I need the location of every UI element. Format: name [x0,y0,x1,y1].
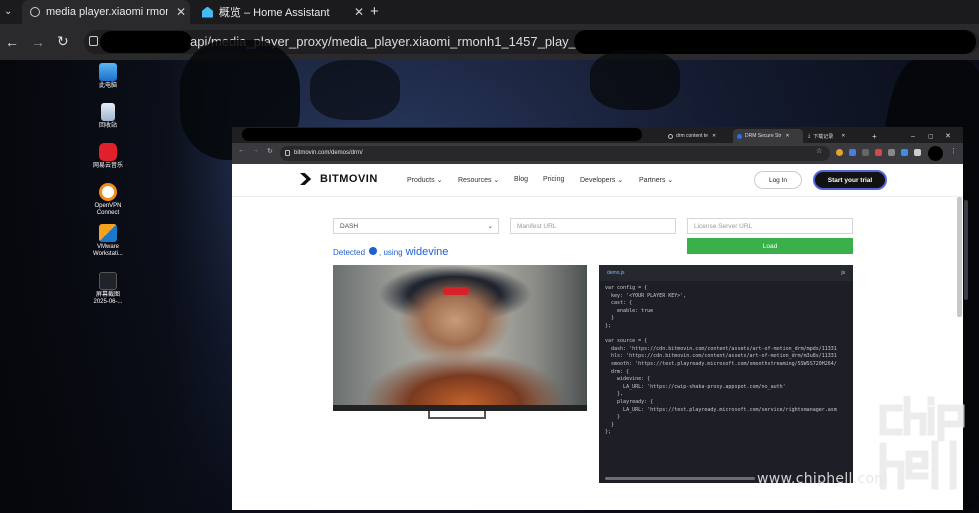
globe-icon [30,7,40,17]
new-tab-button[interactable]: + [370,3,379,20]
nav-developers[interactable]: Developers ⌄ [580,176,623,184]
extension-icon[interactable] [849,149,856,156]
maximize-icon[interactable]: ▢ [928,129,934,143]
start-trial-button[interactable]: Start your trial [813,170,887,190]
extension-icon[interactable] [862,149,869,156]
site-info-icon[interactable] [89,36,98,46]
bookmark-star-icon[interactable]: ☆ [816,147,822,155]
detected-drm-text: Detected , using widevine [333,246,449,258]
inner-browser-window: drm content te ✕ DRM Secure Str ✕ ⤓ 下载记录… [232,127,963,510]
tree-silhouette [590,50,680,110]
nav-pricing[interactable]: Pricing [543,176,564,183]
profile-avatar[interactable] [928,146,943,161]
netease-music-icon [99,143,117,161]
reload-icon[interactable]: ↻ [267,147,273,155]
download-icon: ⤓ [808,133,811,139]
extension-icon[interactable] [888,149,895,156]
extension-icon[interactable] [914,149,921,156]
tab-label: media player.xiaomi rmonh1 [46,6,168,18]
license-server-input[interactable]: License Server URL [687,218,853,234]
desktop-icon-openvpn[interactable]: OpenVPN Connect [90,183,126,217]
home-assistant-icon [202,6,213,18]
reload-icon[interactable]: ↻ [57,33,69,50]
redacted-host [100,31,192,53]
nav-products[interactable]: Products ⌄ [407,176,442,184]
code-panel: demo.js js var config = { key: '<YOUR PL… [599,265,853,483]
tab-media-player[interactable]: media player.xiaomi rmonh1 ✕ [22,0,190,24]
tv-stand [428,411,486,419]
stream-type-select[interactable]: DASH ⌄ [333,218,499,234]
manifest-url-input[interactable]: Manifest URL [510,218,676,234]
inner-tab-drm-secure[interactable]: DRM Secure Str ✕ [733,129,803,143]
recycle-bin-icon [101,103,115,121]
redacted-tab [242,128,642,141]
code-scrollbar[interactable] [605,477,755,480]
video-player[interactable] [333,265,587,411]
inner-url-text: bitmovin.com/demos/drm/ [294,150,363,156]
chiphell-watermark-logo [879,394,969,496]
globe-icon [668,133,673,139]
vmware-icon [99,224,117,242]
desktop-icon-computer[interactable]: 此电脑 [90,63,126,90]
close-tab-icon[interactable]: ✕ [712,133,716,139]
page-scrollbar[interactable] [957,197,962,317]
close-tab-icon[interactable]: ✕ [176,5,186,19]
extension-icon[interactable] [901,149,908,156]
close-window-icon[interactable]: ✕ [945,129,951,143]
menu-icon[interactable]: ⋮ [950,147,957,155]
code-panel-header: demo.js js [599,265,853,281]
desktop-icon-screenshot[interactable]: 屏幕截图 2025-06-... [90,272,126,306]
outer-scrollbar[interactable] [964,200,968,300]
extension-icon[interactable] [836,149,843,156]
chevron-down-icon: ⌄ [487,223,493,230]
red-bull-cap-logo [443,287,469,295]
tree-silhouette [310,60,400,120]
openvpn-icon [99,183,117,201]
code-file-tab[interactable]: demo.js [607,270,625,276]
tab-label: 概览 – Home Assistant [218,7,330,19]
tab-search-button[interactable]: ⌄ [4,6,16,18]
login-button[interactable]: Log In [754,171,802,189]
close-tab-icon[interactable]: ✕ [785,133,789,139]
watermark-text: www.chiphell.com [757,471,889,487]
inner-tab-downloads[interactable]: ⤓ 下载记录 ✕ [804,129,866,143]
desktop-icon-netease[interactable]: 网易云音乐 [90,143,126,170]
close-tab-icon[interactable]: ✕ [354,5,364,19]
inner-new-tab-button[interactable]: + [872,129,877,143]
screenshot-icon [99,272,117,290]
close-tab-icon[interactable]: ✕ [841,133,845,139]
nav-blog[interactable]: Blog [514,176,528,183]
extension-icons[interactable] [836,149,921,156]
desktop-icon-vmware[interactable]: VMware Workstati... [90,224,126,258]
bitmovin-tab-icon [737,133,742,139]
outer-tab-strip: ⌄ media player.xiaomi rmonh1 ✕ 概览 – Home… [0,0,979,24]
computer-icon [99,63,117,81]
inner-tab-drm-content[interactable]: drm content te ✕ [664,129,732,143]
bitmovin-logo-icon [300,173,312,185]
forward-icon[interactable]: → [31,34,45,50]
chrome-icon [369,247,378,255]
desktop-icon-recycle-bin[interactable]: 回收站 [90,103,126,130]
code-block: var config = { key: '<YOUR PLAYER KEY>',… [605,285,837,436]
load-button[interactable]: Load [687,238,853,254]
forward-icon[interactable]: → [252,147,259,154]
inner-tab-strip: drm content te ✕ DRM Secure Str ✕ ⤓ 下载记录… [232,127,963,143]
tab-home-assistant[interactable]: 概览 – Home Assistant ✕ [196,0,364,24]
code-language-label: js [841,270,845,276]
minimize-icon[interactable]: – [911,129,915,143]
back-icon[interactable]: ← [238,147,245,154]
bitmovin-logo[interactable]: BITMOVIN [300,173,378,185]
back-icon[interactable]: ← [5,34,19,50]
extension-icon[interactable] [875,149,882,156]
site-info-icon[interactable] [285,150,290,156]
nav-partners[interactable]: Partners ⌄ [639,176,673,184]
nav-resources[interactable]: Resources ⌄ [458,176,499,184]
